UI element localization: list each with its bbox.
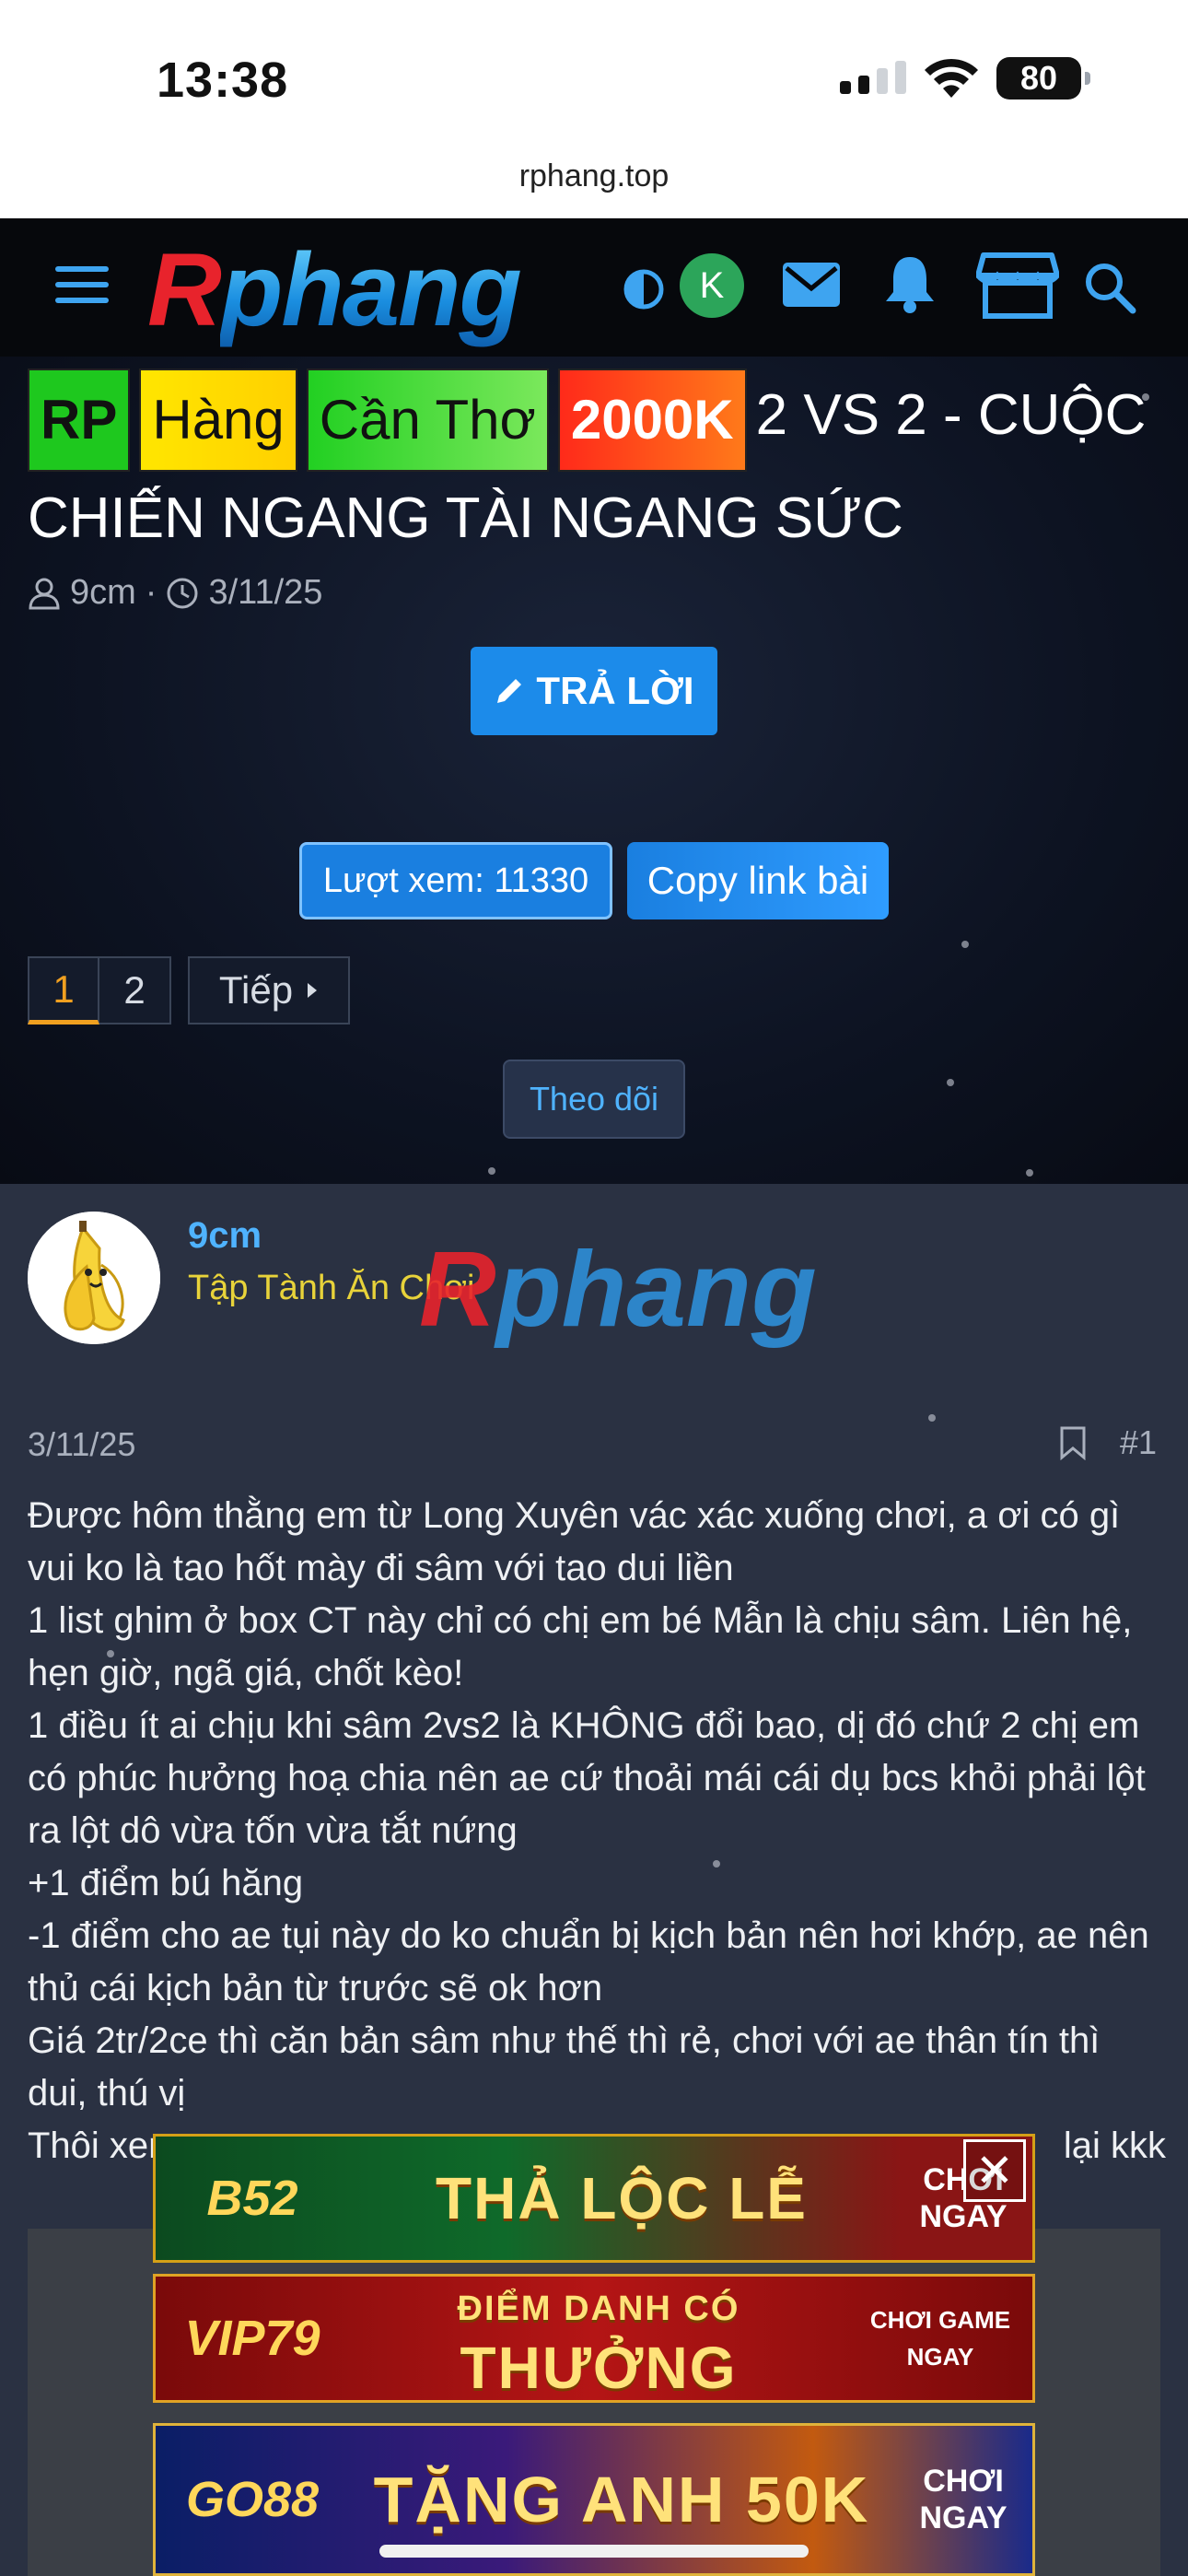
- thread-author[interactable]: 9cm: [70, 573, 136, 613]
- meta-separator: ·: [145, 573, 157, 612]
- post-line: -1 điểm cho ae tụi này do ko chuẩn bị kị…: [28, 1915, 1149, 2008]
- clock-icon: [167, 578, 198, 608]
- store-icon[interactable]: [976, 252, 1059, 320]
- pencil-icon: [497, 679, 522, 703]
- ad-text: THẢ LỘC LỄ: [436, 2165, 808, 2231]
- user-icon: [29, 578, 60, 609]
- prefix-tag-rp[interactable]: RP: [28, 369, 131, 472]
- next-page-button[interactable]: Tiếp: [188, 956, 350, 1025]
- ad-text: ĐIỂM DANH CÓ THƯỞNG: [457, 2289, 740, 2401]
- page-1-link[interactable]: 1: [28, 956, 99, 1025]
- ad-banner-b52[interactable]: B52 THẢ LỘC LỄ CHƠI NGAY: [153, 2134, 1035, 2263]
- thread-title: RP Hàng Cần Thơ 2000K 2 VS 2 - CUỘC CHIẾN NG…: [28, 369, 1160, 566]
- prefix-tag-hang[interactable]: Hàng: [139, 369, 297, 472]
- poster-avatar[interactable]: [28, 1212, 160, 1344]
- cellular-signal-icon: [840, 61, 906, 94]
- home-indicator[interactable]: [379, 2545, 809, 2558]
- post-tools: #1: [1059, 1423, 1157, 1462]
- post-line: Giá 2tr/2ce thì căn bản sâm như thế thì …: [28, 2020, 1101, 2113]
- ad-text: TẶNG ANH 50K: [373, 2464, 870, 2535]
- watermark-logo: Rphang: [419, 1229, 817, 1349]
- views-button[interactable]: Lượt xem: 11330: [299, 842, 612, 919]
- caret-right-icon: [308, 983, 318, 998]
- prefix-tag-can-tho[interactable]: Cần Thơ: [306, 369, 549, 472]
- post-line: 1 điều ít ai chịu khi sâm 2vs2 là KHÔNG …: [28, 1705, 1146, 1851]
- wifi-icon: [925, 58, 978, 98]
- page-2-link[interactable]: 2: [99, 956, 171, 1025]
- thread-date[interactable]: 3/11/25: [208, 573, 322, 613]
- ad-brand: VIP79: [184, 2311, 320, 2366]
- site-logo[interactable]: Rphang: [147, 239, 522, 342]
- status-time: 13:38: [157, 53, 289, 108]
- poster-username[interactable]: 9cm: [188, 1215, 262, 1257]
- post-content: Được hôm thằng em từ Long Xuyên vác xác …: [28, 1490, 1166, 2172]
- mail-icon[interactable]: [781, 259, 842, 310]
- theme-toggle-icon[interactable]: [623, 268, 665, 310]
- thread-meta: 9cm · 3/11/25: [28, 573, 322, 613]
- follow-button[interactable]: Theo dõi: [503, 1060, 685, 1139]
- post-date[interactable]: 3/11/25: [28, 1425, 135, 1464]
- user-avatar[interactable]: K: [680, 253, 744, 318]
- menu-icon[interactable]: [55, 266, 109, 313]
- banana-avatar-icon: [28, 1212, 160, 1344]
- battery-icon: 80: [996, 57, 1090, 100]
- next-page-label: Tiếp: [218, 968, 294, 1012]
- post-line: Được hôm thằng em từ Long Xuyên vác xác …: [28, 1495, 1121, 1588]
- ad-close-icon[interactable]: ✕: [963, 2139, 1026, 2202]
- prefix-tag-price[interactable]: 2000K: [557, 369, 747, 472]
- reply-button-label: TRẢ LỜI: [536, 669, 694, 712]
- ad-brand: GO88: [185, 2472, 320, 2527]
- search-icon[interactable]: [1083, 261, 1136, 314]
- ad-brand: B52: [206, 2171, 298, 2226]
- ad-cta: CHƠI NGAY: [919, 2464, 1007, 2535]
- post-number[interactable]: #1: [1120, 1423, 1157, 1462]
- site-header: Rphang K: [0, 218, 1188, 357]
- pagination: 1 2 Tiếp: [28, 956, 350, 1025]
- reply-button[interactable]: TRẢ LỜI: [471, 647, 717, 735]
- post-line: +1 điểm bú hăng: [28, 1863, 304, 1903]
- post-user-block: 9cm Tập Tành Ăn Chơi Rphang: [0, 1184, 1188, 1394]
- ad-banner-vip79[interactable]: VIP79 ĐIỂM DANH CÓ THƯỞNG CHƠI GAME NGAY: [153, 2274, 1035, 2403]
- page-numbers: 1 2: [28, 956, 171, 1025]
- post-line: 1 list ghim ở box CT này chỉ có chị em b…: [28, 1600, 1133, 1693]
- bookmark-icon[interactable]: [1059, 1425, 1087, 1460]
- url-text[interactable]: rphang.top: [0, 158, 1188, 194]
- status-bar: 13:38 80: [0, 0, 1188, 152]
- copy-link-button[interactable]: Copy link bài: [627, 842, 889, 919]
- ad-cta: CHƠI GAME NGAY: [869, 2306, 1011, 2371]
- bell-icon[interactable]: [882, 253, 938, 314]
